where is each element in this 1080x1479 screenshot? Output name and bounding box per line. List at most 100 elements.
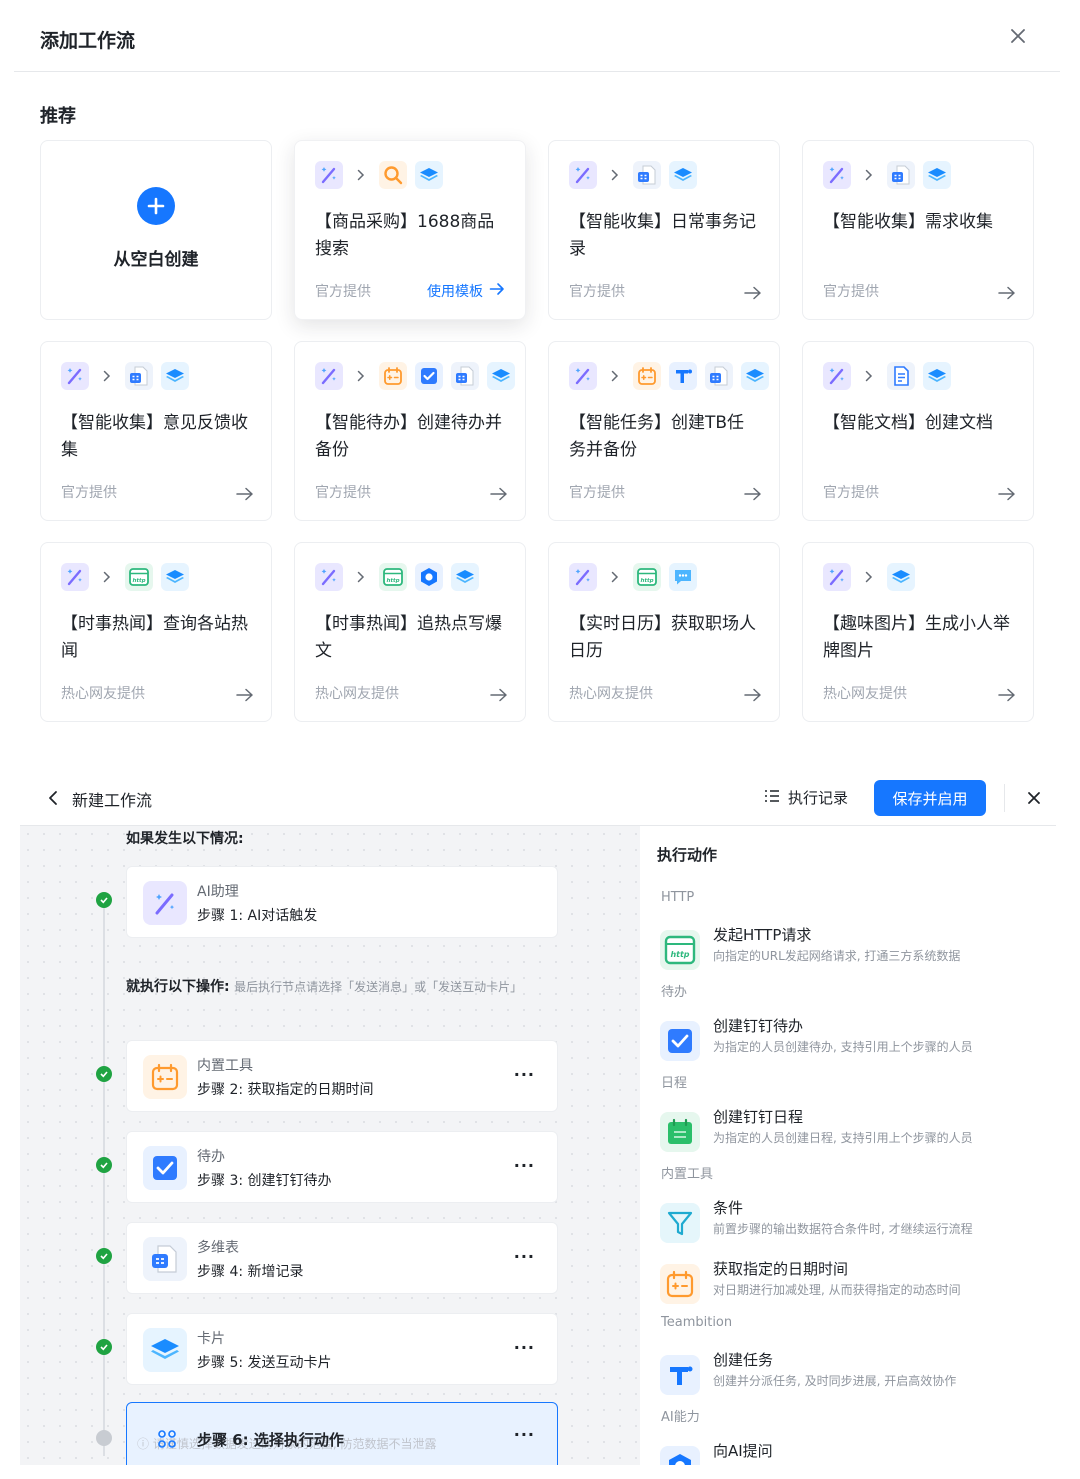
template-card[interactable]: 【趣味图片】生成小人举牌图片 热心网友提供: [802, 542, 1034, 722]
http-icon: http: [660, 930, 700, 970]
template-card[interactable]: 【智能收集】需求收集 官方提供: [802, 140, 1034, 320]
arrow-right-icon[interactable]: [997, 486, 1017, 502]
ai-wand-icon: [823, 362, 851, 390]
action-create-task[interactable]: 创建任务 创建并分派任务, 及时同步进展, 开启高效协作: [660, 1349, 1040, 1399]
step-card[interactable]: AI助理 步骤 1: AI对话触发: [126, 866, 558, 938]
svg-text:http: http: [640, 578, 653, 584]
template-title: 【实时日历】获取职场人日历: [569, 614, 756, 661]
action-condition[interactable]: 条件 前置步骤的输出数据符合条件时, 才继续运行流程: [660, 1197, 1040, 1247]
dialog-header: 添加工作流: [14, 0, 1060, 72]
group-label-todo: 待办: [661, 985, 688, 1000]
exec-log-button[interactable]: 执行记录: [764, 787, 848, 808]
action-desc: 前置步骤的输出数据符合条件时, 才继续运行流程: [713, 1222, 973, 1236]
action-http-request[interactable]: http 发起HTTP请求 向指定的URL发起网络请求, 打通三方系统数据: [660, 924, 1040, 974]
template-source: 热心网友提供: [823, 686, 907, 702]
arrow-right-icon[interactable]: [489, 486, 509, 502]
action-get-datetime[interactable]: 获取指定的日期时间 对日期进行加减处理, 从而获得指定的动态时间: [660, 1258, 1040, 1308]
card-icon: [669, 161, 697, 189]
action-desc: 为指定的人员创建日程, 支持引用上个步骤的人员: [713, 1131, 973, 1145]
back-chevron-icon[interactable]: [46, 790, 60, 806]
step-name: 步骤 3: 创建钉钉待办: [197, 1173, 332, 1189]
template-grid: 从空白创建 【商品采购】1688商品搜索 官方提供 使用模板 【智能收集】日常事务记录…: [40, 140, 1034, 722]
arrow-right-icon: [489, 282, 505, 300]
editor-title: 新建工作流: [72, 791, 153, 810]
step-card[interactable]: 卡片 步骤 5: 发送互动卡片 ···: [126, 1313, 558, 1385]
svg-text:http: http: [386, 578, 399, 584]
message-icon: [669, 563, 697, 591]
save-enable-button[interactable]: 保存并启用: [874, 780, 986, 816]
create-blank-card[interactable]: 从空白创建: [40, 140, 272, 320]
template-icons: [61, 362, 189, 390]
template-card[interactable]: http 【时事热闻】追热点写爆文 热心网友提供: [294, 542, 526, 722]
template-source: 热心网友提供: [569, 686, 653, 702]
chevron-right-icon: [101, 569, 113, 585]
action-name: 创建钉钉日程: [713, 1108, 804, 1126]
step-type: 卡片: [197, 1331, 225, 1347]
arrow-right-icon[interactable]: [743, 285, 763, 301]
doc-icon: [887, 362, 915, 390]
step-card[interactable]: 多维表 步骤 4: 新增记录 ···: [126, 1222, 558, 1294]
step-type: 待办: [197, 1149, 225, 1165]
more-icon[interactable]: ···: [514, 1338, 535, 1357]
chevron-right-icon: [863, 569, 875, 585]
action-desc: 向指定的URL发起网络请求, 打通三方系统数据: [713, 949, 961, 963]
template-card[interactable]: 【智能收集】意见反馈收集 官方提供: [40, 341, 272, 521]
more-icon[interactable]: ···: [514, 1425, 535, 1444]
arrow-right-icon[interactable]: [235, 687, 255, 703]
template-card[interactable]: 【智能文档】创建文档 官方提供: [802, 341, 1034, 521]
arrow-right-icon[interactable]: [235, 486, 255, 502]
template-card[interactable]: 【商品采购】1688商品搜索 官方提供 使用模板: [294, 140, 526, 320]
use-template-label: 使用模板: [427, 284, 483, 300]
arrow-right-icon[interactable]: [489, 687, 509, 703]
section-title: 推荐: [40, 106, 76, 127]
close-icon[interactable]: [1006, 24, 1030, 48]
step-card[interactable]: 待办 步骤 3: 创建钉钉待办 ···: [126, 1131, 558, 1203]
exec-log-label: 执行记录: [788, 789, 849, 807]
arrow-right-icon[interactable]: [997, 285, 1017, 301]
template-icons: [823, 161, 951, 189]
editor-header: 新建工作流 执行记录 保存并启用: [20, 770, 1056, 826]
template-card[interactable]: 【智能收集】日常事务记录 官方提供: [548, 140, 780, 320]
chevron-right-icon: [863, 368, 875, 384]
schedule-icon: [660, 1112, 700, 1152]
search-icon: [379, 161, 407, 189]
action-name: 创建任务: [713, 1351, 774, 1369]
table-icon: [451, 362, 479, 390]
step-name: 步骤 6: 选择执行动作: [197, 1431, 344, 1449]
step-status-dot: [96, 1430, 112, 1446]
more-icon[interactable]: ···: [514, 1156, 535, 1175]
template-card[interactable]: 【智能待办】创建待办并备份 官方提供: [294, 341, 526, 521]
action-ask-ai[interactable]: 向AI提问: [660, 1440, 1040, 1465]
close-icon[interactable]: [1024, 788, 1044, 808]
template-icons: [823, 563, 915, 591]
action-create-todo[interactable]: 创建钉钉待办 为指定的人员创建待办, 支持引用上个步骤的人员: [660, 1015, 1040, 1065]
action-create-schedule[interactable]: 创建钉钉日程 为指定的人员创建日程, 支持引用上个步骤的人员: [660, 1106, 1040, 1156]
template-card[interactable]: http 【实时日历】获取职场人日历热心网友提供: [548, 542, 780, 722]
step-status-dot: [96, 892, 112, 908]
template-title: 【商品采购】1688商品搜索: [315, 212, 495, 259]
group-label-builtin: 内置工具: [661, 1167, 714, 1182]
template-card[interactable]: 【智能任务】创建TB任务并备份 官方提供: [548, 341, 780, 521]
todo-icon: [415, 362, 443, 390]
use-template-link[interactable]: 使用模板: [427, 281, 505, 301]
arrow-right-icon[interactable]: [743, 486, 763, 502]
todo-icon: [143, 1146, 187, 1190]
template-icons: [569, 161, 697, 189]
step-card-active[interactable]: ⓘ 请谨慎选择数据发送的对象的范围, 防范数据不当泄露 步骤 6: 选择执行动作…: [126, 1402, 558, 1465]
template-icons: http: [61, 563, 189, 591]
http-icon: http: [379, 563, 407, 591]
plus-icon: [137, 187, 175, 225]
arrow-right-icon[interactable]: [997, 687, 1017, 703]
step-type: 内置工具: [197, 1058, 253, 1074]
template-source: 官方提供: [315, 485, 371, 501]
more-icon[interactable]: ···: [514, 1065, 535, 1084]
arrow-right-icon[interactable]: [743, 687, 763, 703]
svg-text:http: http: [670, 950, 689, 959]
template-title: 【智能收集】意见反馈收集: [61, 413, 248, 460]
template-source: 热心网友提供: [61, 686, 145, 702]
more-icon[interactable]: ···: [514, 1247, 535, 1266]
step-status-dot: [96, 1157, 112, 1173]
step-card[interactable]: 内置工具 步骤 2: 获取指定的日期时间 ···: [126, 1040, 558, 1112]
http-icon: http: [633, 563, 661, 591]
template-card[interactable]: http 【时事热闻】查询各站热闻 热心网友提供: [40, 542, 272, 722]
